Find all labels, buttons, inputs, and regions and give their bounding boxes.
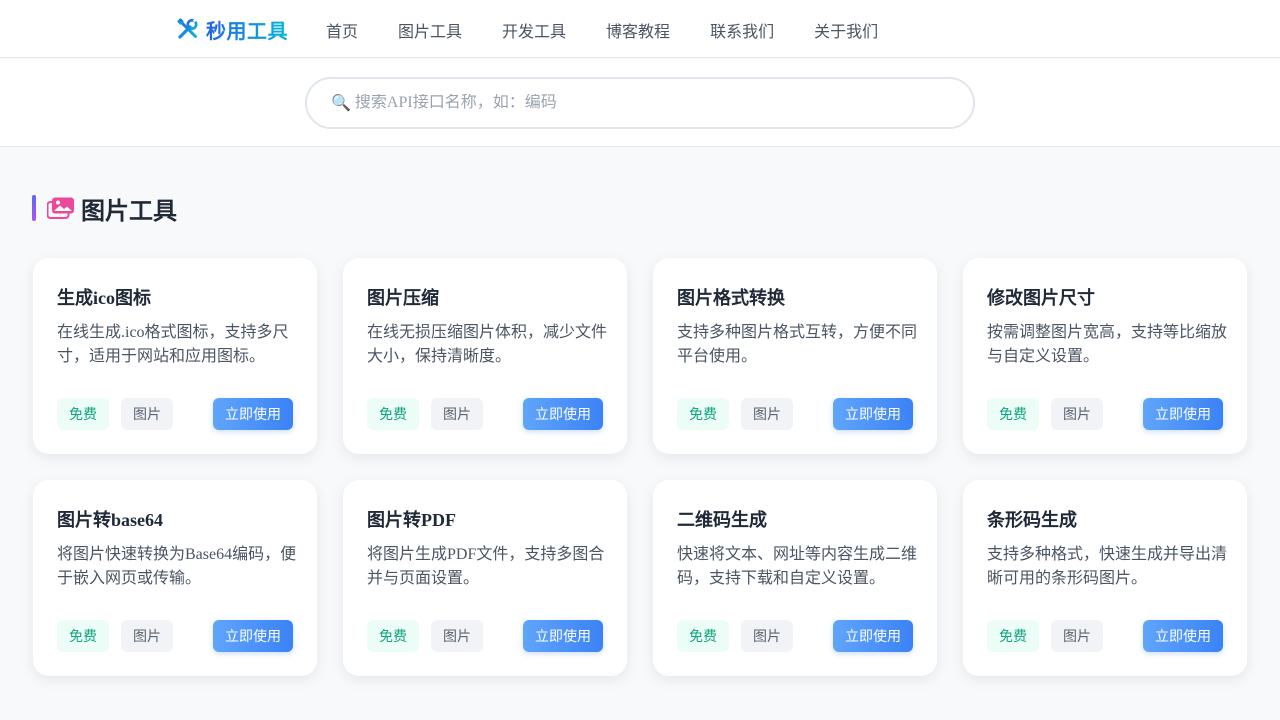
category-badge: 图片 <box>1051 398 1103 430</box>
top-navbar: 秒用工具 首页 图片工具 开发工具 博客教程 联系我们 关于我们 <box>0 0 1280 58</box>
nav-item-contact[interactable]: 联系我们 <box>710 18 774 42</box>
images-icon <box>47 197 74 219</box>
main-nav: 首页 图片工具 开发工具 博客教程 联系我们 关于我们 <box>326 18 918 42</box>
card-description: 支持多种格式，快速生成并导出清晰可用的条形码图片。 <box>987 546 1228 587</box>
free-badge: 免费 <box>367 620 419 652</box>
tools-icon <box>177 18 198 39</box>
card-description: 快速将文本、网址等内容生成二维码，支持下载和自定义设置。 <box>677 546 918 587</box>
search-box[interactable]: 🔍 <box>305 77 975 129</box>
tool-card[interactable]: 图片转PDF 将图片生成PDF文件，支持多图合并与页面设置。 免费 图片 立即使… <box>343 480 627 676</box>
use-now-button[interactable]: 立即使用 <box>213 620 293 652</box>
nav-item-about[interactable]: 关于我们 <box>814 18 878 42</box>
nav-item-blog[interactable]: 博客教程 <box>606 18 670 42</box>
card-description: 将图片快速转换为Base64编码，便于嵌入网页或传输。 <box>57 546 297 587</box>
category-badge: 图片 <box>1051 620 1103 652</box>
card-title: 生成ico图标 <box>57 288 151 308</box>
use-now-button[interactable]: 立即使用 <box>1143 398 1223 430</box>
use-now-button[interactable]: 立即使用 <box>1143 620 1223 652</box>
tool-card[interactable]: 修改图片尺寸 按需调整图片宽高，支持等比缩放与自定义设置。 免费 图片 立即使用 <box>963 258 1247 454</box>
free-badge: 免费 <box>57 398 109 430</box>
tool-card[interactable]: 图片格式转换 支持多种图片格式互转，方便不同平台使用。 免费 图片 立即使用 <box>653 258 937 454</box>
card-description: 将图片生成PDF文件，支持多图合并与页面设置。 <box>367 546 605 587</box>
use-now-button[interactable]: 立即使用 <box>523 398 603 430</box>
category-badge: 图片 <box>741 398 793 430</box>
section-title: 图片工具 <box>81 196 177 225</box>
category-badge: 图片 <box>121 398 173 430</box>
free-badge: 免费 <box>57 620 109 652</box>
free-badge: 免费 <box>677 398 729 430</box>
nav-item-home[interactable]: 首页 <box>326 18 358 42</box>
category-badge: 图片 <box>431 620 483 652</box>
site-logo[interactable]: 秒用工具 <box>176 15 288 44</box>
section-accent-bar <box>32 195 36 221</box>
card-title: 修改图片尺寸 <box>987 288 1095 308</box>
logo-text: 秒用工具 <box>206 15 288 44</box>
card-description: 按需调整图片宽高，支持等比缩放与自定义设置。 <box>987 324 1228 365</box>
card-description: 在线无损压缩图片体积，减少文件大小，保持清晰度。 <box>367 324 608 365</box>
card-title: 图片格式转换 <box>677 288 785 308</box>
use-now-button[interactable]: 立即使用 <box>213 398 293 430</box>
card-description: 在线生成.ico格式图标，支持多尺寸，适用于网站和应用图标。 <box>57 324 289 365</box>
tool-card[interactable]: 二维码生成 快速将文本、网址等内容生成二维码，支持下载和自定义设置。 免费 图片… <box>653 480 937 676</box>
free-badge: 免费 <box>677 620 729 652</box>
card-title: 图片转PDF <box>367 510 456 530</box>
tool-card[interactable]: 图片压缩 在线无损压缩图片体积，减少文件大小，保持清晰度。 免费 图片 立即使用 <box>343 258 627 454</box>
card-title: 二维码生成 <box>677 510 767 530</box>
nav-item-image-tools[interactable]: 图片工具 <box>398 18 462 42</box>
tool-card[interactable]: 条形码生成 支持多种格式，快速生成并导出清晰可用的条形码图片。 免费 图片 立即… <box>963 480 1247 676</box>
free-badge: 免费 <box>987 620 1039 652</box>
category-badge: 图片 <box>741 620 793 652</box>
use-now-button[interactable]: 立即使用 <box>523 620 603 652</box>
free-badge: 免费 <box>987 398 1039 430</box>
tool-card[interactable]: 生成ico图标 在线生成.ico格式图标，支持多尺寸，适用于网站和应用图标。 免… <box>33 258 317 454</box>
category-badge: 图片 <box>121 620 173 652</box>
free-badge: 免费 <box>367 398 419 430</box>
category-badge: 图片 <box>431 398 483 430</box>
section-heading: 图片工具 <box>32 193 177 225</box>
use-now-button[interactable]: 立即使用 <box>833 620 913 652</box>
tool-card[interactable]: 图片转base64 将图片快速转换为Base64编码，便于嵌入网页或传输。 免费… <box>33 480 317 676</box>
search-input[interactable] <box>354 94 915 112</box>
nav-item-dev-tools[interactable]: 开发工具 <box>502 18 566 42</box>
use-now-button[interactable]: 立即使用 <box>833 398 913 430</box>
card-title: 图片压缩 <box>367 288 439 308</box>
card-title: 图片转base64 <box>57 510 164 530</box>
card-title: 条形码生成 <box>987 510 1077 530</box>
card-description: 支持多种图片格式互转，方便不同平台使用。 <box>677 324 918 365</box>
magnifier-icon: 🔍 <box>331 95 351 112</box>
search-section: 🔍 <box>0 59 1280 147</box>
